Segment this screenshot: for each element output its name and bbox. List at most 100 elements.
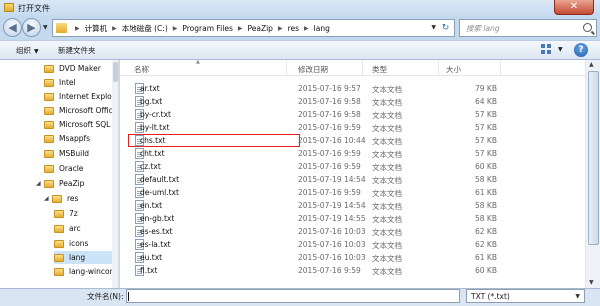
file-row[interactable]: bg.txt 2015-07-16 9:58 文本文档 64 KB <box>128 95 578 108</box>
file-name: cht.txt <box>140 149 165 158</box>
file-list-scrollbar[interactable]: ▲ ▼ <box>585 60 600 288</box>
collapse-arrow-icon[interactable]: ◢ <box>36 180 41 187</box>
new-folder-button[interactable]: 新建文件夹 <box>58 45 96 56</box>
folder-icon <box>54 267 64 276</box>
nav-item-folder[interactable]: PeaZip <box>44 177 84 190</box>
file-date: 2015-07-16 9:58 <box>298 110 361 119</box>
column-divider[interactable] <box>286 60 287 76</box>
file-row[interactable]: default.txt 2015-07-19 14:54 文本文档 58 KB <box>128 173 578 186</box>
nav-item-folder[interactable]: Msappfs <box>44 132 90 145</box>
nav-item-folder[interactable]: DVD Maker <box>44 62 101 75</box>
file-date: 2015-07-19 14:55 <box>298 214 366 223</box>
nav-item-folder-selected[interactable]: lang <box>54 251 112 264</box>
chevron-down-icon[interactable]: ▼ <box>558 46 563 53</box>
chevron-right-icon[interactable]: ▶ <box>169 25 182 32</box>
breadcrumb-segment[interactable]: 计算机 <box>84 23 109 34</box>
refresh-icon[interactable]: ↻ <box>439 22 452 34</box>
chevron-down-icon[interactable]: ▼ <box>431 24 436 31</box>
file-row[interactable]: es-la.txt 2015-07-16 10:03 文本文档 62 KB <box>128 238 578 251</box>
file-row[interactable]: cht.txt 2015-07-16 9:59 文本文档 57 KB <box>128 147 578 160</box>
scrollbar-thumb[interactable] <box>113 62 118 82</box>
organize-label: 组织 <box>16 46 31 55</box>
file-row[interactable]: ar.txt 2015-07-16 9:57 文本文档 79 KB <box>128 82 578 95</box>
scrollbar-thumb[interactable] <box>588 71 599 245</box>
folder-icon <box>54 209 64 218</box>
chevron-down-icon[interactable]: ▼ <box>575 293 580 300</box>
column-header-type[interactable]: 类型 <box>372 64 387 75</box>
file-type: 文本文档 <box>372 137 402 146</box>
breadcrumb-segment[interactable]: res <box>287 24 300 33</box>
nav-item-label: Microsoft SQL S <box>59 120 118 129</box>
column-divider[interactable] <box>362 60 363 76</box>
back-button[interactable]: ◀ <box>3 18 22 37</box>
nav-item-folder[interactable]: Intel <box>44 76 76 89</box>
file-size: 57 KB <box>475 136 497 145</box>
breadcrumb-segment[interactable]: PeaZip <box>247 24 274 33</box>
file-row[interactable]: eu.txt 2015-07-16 10:03 文本文档 61 KB <box>128 251 578 264</box>
column-divider[interactable] <box>500 60 501 76</box>
nav-item-label: Oracle <box>59 164 84 173</box>
forward-button[interactable]: ▶ <box>22 18 41 37</box>
scroll-up-icon[interactable]: ▲ <box>589 61 594 68</box>
file-row[interactable]: by-cr.txt 2015-07-16 9:58 文本文档 57 KB <box>128 108 578 121</box>
nav-item-folder[interactable]: arc <box>54 222 81 235</box>
nav-item-folder[interactable]: Microsoft Office <box>44 104 117 117</box>
nav-item-folder[interactable]: MSBuild <box>44 147 89 160</box>
file-row[interactable]: en.txt 2015-07-19 14:54 文本文档 58 KB <box>128 199 578 212</box>
chevron-right-icon[interactable]: ▶ <box>71 25 84 32</box>
chevron-right-icon[interactable]: ▶ <box>234 25 247 32</box>
folder-icon <box>44 78 54 87</box>
chevron-down-icon: ▼ <box>34 48 39 55</box>
file-name: es-es.txt <box>140 227 173 236</box>
search-icon[interactable] <box>583 23 592 32</box>
file-row[interactable]: fi.txt 2015-07-16 9:59 文本文档 60 KB <box>128 264 578 277</box>
nav-item-folder[interactable]: 7z <box>54 207 78 220</box>
breadcrumb-segment[interactable]: Program Files <box>181 24 234 33</box>
file-type: 文本文档 <box>372 163 402 172</box>
nav-item-folder[interactable]: Internet Explore <box>44 90 118 103</box>
file-size: 57 KB <box>475 149 497 158</box>
file-row[interactable]: cz.txt 2015-07-16 9:59 文本文档 60 KB <box>128 160 578 173</box>
help-button[interactable]: ? <box>574 43 588 57</box>
command-bar: 组织 ▼ 新建文件夹 ▼ ? <box>0 40 600 60</box>
nav-item-folder[interactable]: lang-wincon <box>54 265 114 278</box>
search-box[interactable]: 搜索 lang <box>459 19 597 37</box>
breadcrumb-segment[interactable]: lang <box>313 24 331 33</box>
chevron-right-icon[interactable]: ▶ <box>274 25 287 32</box>
file-size: 57 KB <box>475 110 497 119</box>
breadcrumb: ▶ 计算机 ▶ 本地磁盘 (C:) ▶ Program Files ▶ PeaZ… <box>71 23 331 34</box>
file-row[interactable]: by-lt.txt 2015-07-16 9:59 文本文档 57 KB <box>128 121 578 134</box>
file-size: 79 KB <box>475 84 497 93</box>
folder-icon <box>44 106 54 115</box>
file-date: 2015-07-16 9:59 <box>298 162 361 171</box>
file-row[interactable]: en-gb.txt 2015-07-19 14:55 文本文档 58 KB <box>128 212 578 225</box>
filename-input[interactable] <box>126 289 460 303</box>
column-header-name[interactable]: 名称 <box>134 64 149 75</box>
organize-button[interactable]: 组织 ▼ <box>16 45 39 56</box>
search-input[interactable]: 搜索 lang <box>466 23 500 34</box>
file-date: 2015-07-16 10:03 <box>298 253 366 262</box>
file-row-highlighted[interactable]: chs.txt <box>128 134 300 147</box>
nav-item-folder[interactable]: Oracle <box>44 162 83 175</box>
recent-locations-icon[interactable]: ▼ <box>43 24 48 31</box>
file-row[interactable]: es-es.txt 2015-07-16 10:03 文本文档 62 KB <box>128 225 578 238</box>
column-header-size[interactable]: 大小 <box>446 64 461 75</box>
file-row[interactable]: de-uml.txt 2015-07-16 9:59 文本文档 61 KB <box>128 186 578 199</box>
column-header-date[interactable]: 修改日期 <box>298 64 328 75</box>
view-grid-icon[interactable] <box>541 44 555 56</box>
nav-item-folder[interactable]: Microsoft SQL S <box>44 118 118 131</box>
scroll-down-icon[interactable]: ▼ <box>589 279 594 286</box>
chevron-right-icon[interactable]: ▶ <box>300 25 313 32</box>
collapse-arrow-icon[interactable]: ◢ <box>44 195 49 202</box>
nav-item-label: Microsoft Office <box>59 106 118 115</box>
folder-icon <box>44 64 54 73</box>
nav-item-folder[interactable]: icons <box>54 237 88 250</box>
chevron-right-icon[interactable]: ▶ <box>108 25 121 32</box>
filetype-select[interactable]: TXT (*.txt) ▼ <box>466 289 585 303</box>
nav-item-folder[interactable]: res <box>52 192 78 205</box>
nav-scrollbar[interactable] <box>112 60 118 288</box>
address-bar[interactable]: ▶ 计算机 ▶ 本地磁盘 (C:) ▶ Program Files ▶ PeaZ… <box>52 19 455 37</box>
close-button[interactable]: ✕ <box>554 0 594 15</box>
breadcrumb-segment[interactable]: 本地磁盘 (C:) <box>121 23 169 34</box>
column-divider[interactable] <box>438 60 439 76</box>
